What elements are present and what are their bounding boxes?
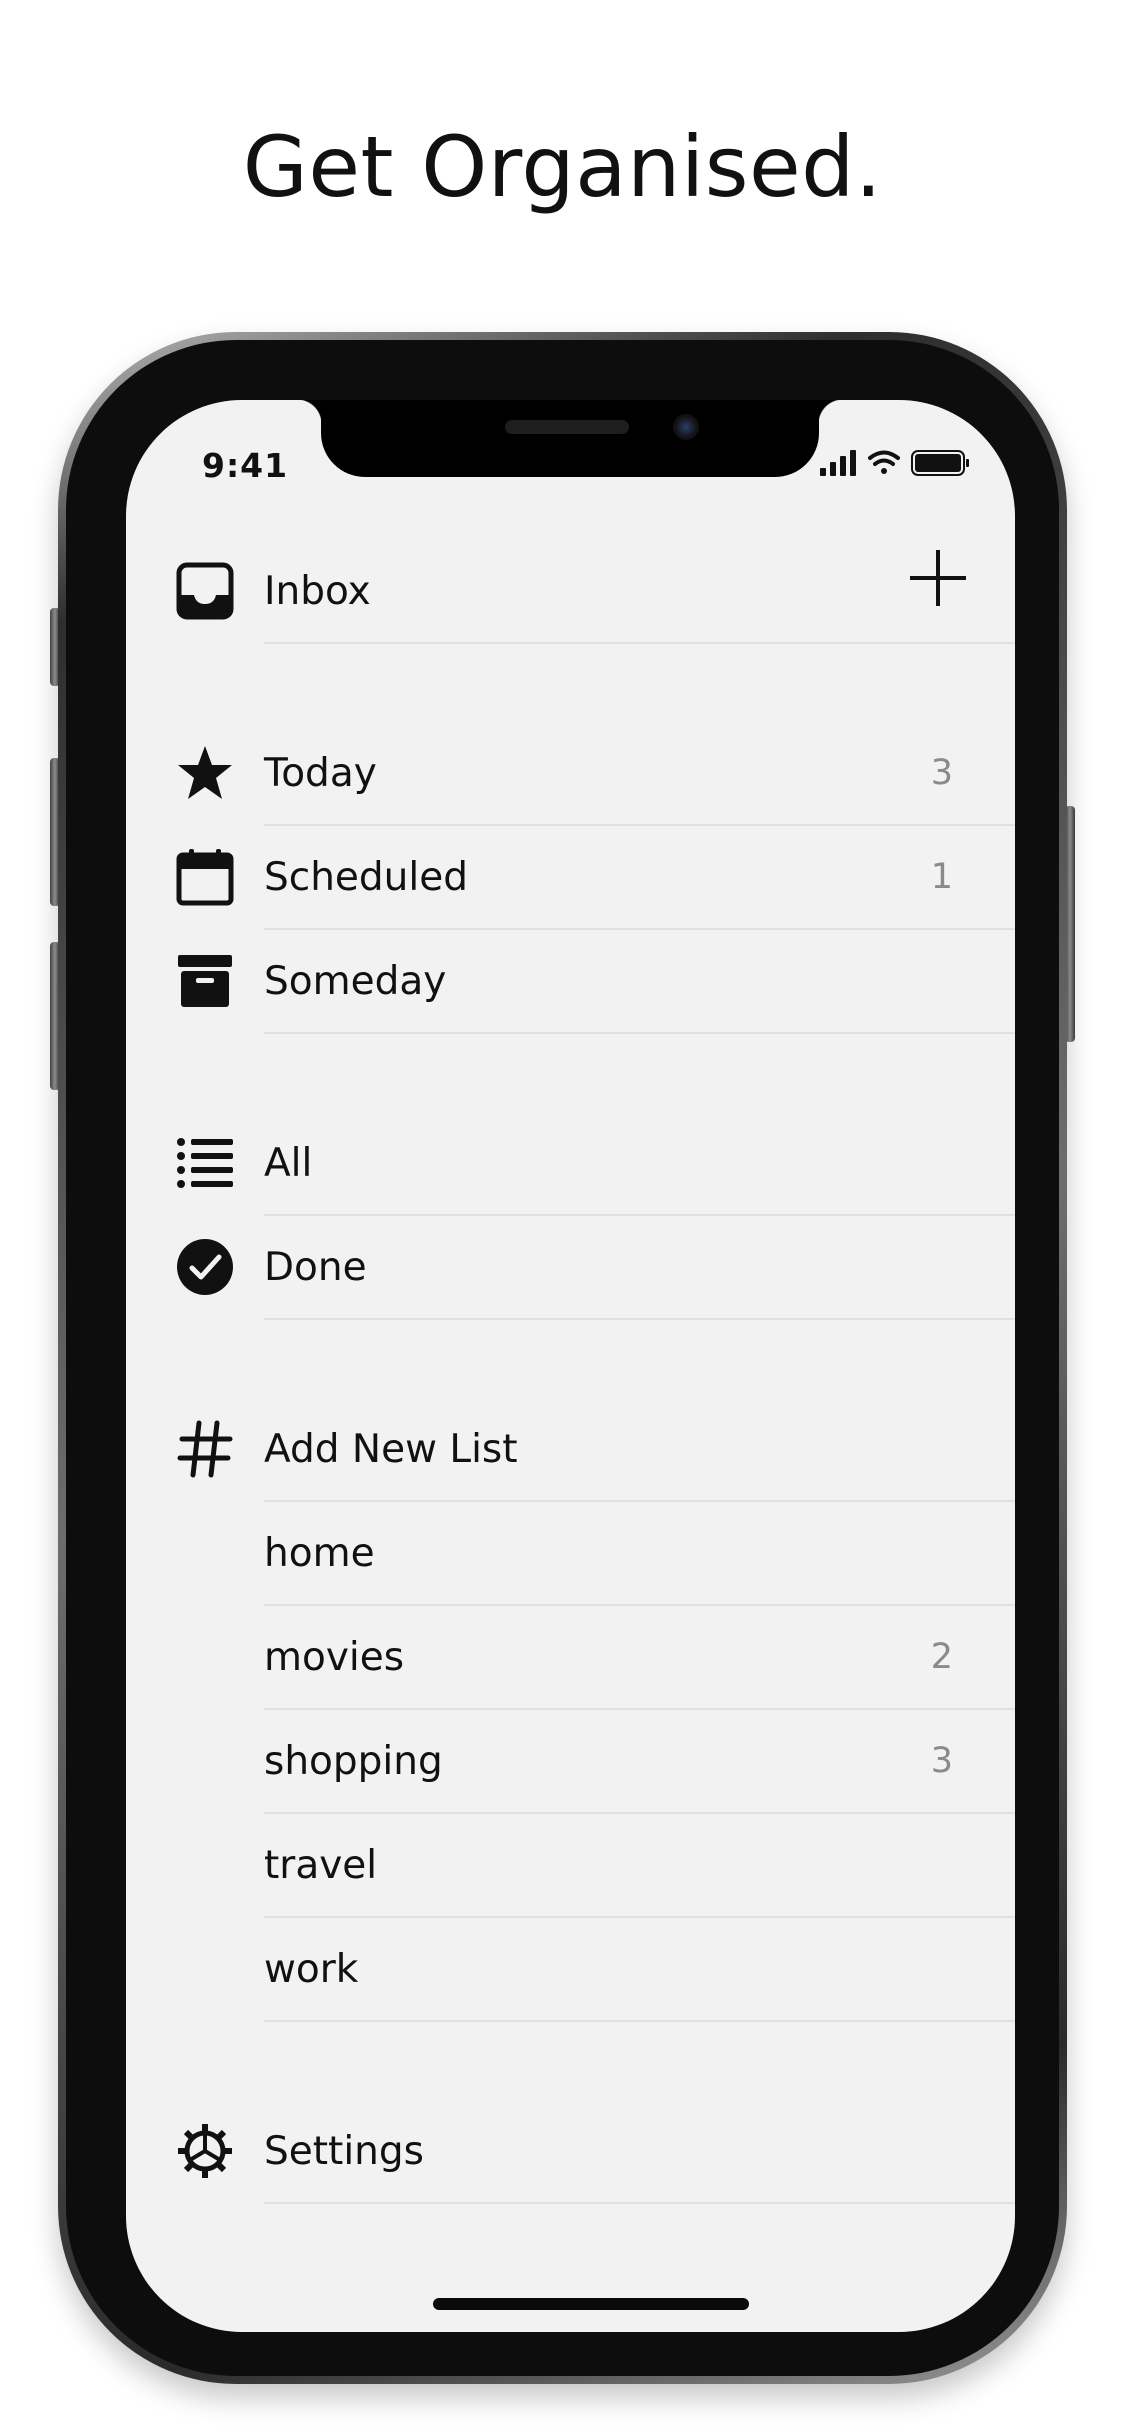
row-divider xyxy=(264,2020,1015,2022)
status-time: 9:41 xyxy=(202,446,289,485)
sidebar-item-label: Add New List xyxy=(264,1427,518,1472)
list-item-work[interactable]: work xyxy=(126,1919,1015,2022)
row-divider xyxy=(264,1708,1015,1710)
sidebar-item-label: Someday xyxy=(264,959,447,1004)
sidebar-item-label: Scheduled xyxy=(264,855,468,900)
list-item-label: movies xyxy=(264,1635,405,1680)
inbox-icon xyxy=(176,562,234,620)
wifi-icon xyxy=(868,450,900,474)
list-item-shopping[interactable]: shopping 3 xyxy=(126,1711,1015,1814)
archive-box-icon xyxy=(178,955,232,1007)
list-item-travel[interactable]: travel xyxy=(126,1815,1015,1918)
list-item-label: work xyxy=(264,1947,359,1992)
sidebar-item-scheduled[interactable]: Scheduled 1 xyxy=(126,827,1015,930)
row-divider xyxy=(264,1032,1015,1034)
row-divider xyxy=(264,1604,1015,1606)
item-count-badge: 3 xyxy=(930,753,953,793)
row-divider xyxy=(264,1916,1015,1918)
gear-icon xyxy=(178,2124,232,2178)
checkmark-circle-icon xyxy=(177,1239,233,1295)
item-count-badge: 3 xyxy=(930,1741,953,1781)
sidebar-item-label: Done xyxy=(264,1245,367,1290)
item-count-badge: 1 xyxy=(930,857,953,897)
add-new-list-button[interactable]: Add New List xyxy=(126,1399,1015,1502)
sidebar-item-label: Settings xyxy=(264,2129,424,2174)
device-frame: 9:41 Inbox Today 3 Scheduled 1 Someday A… xyxy=(58,332,1067,2384)
row-divider xyxy=(264,1812,1015,1814)
row-divider xyxy=(264,1214,1015,1216)
sidebar-item-done[interactable]: Done xyxy=(126,1217,1015,1320)
signal-icon xyxy=(820,450,856,476)
list-item-label: travel xyxy=(264,1843,378,1888)
list-icon xyxy=(177,1138,233,1188)
sidebar-item-someday[interactable]: Someday xyxy=(126,931,1015,1034)
hashtag-icon xyxy=(177,1420,233,1478)
battery-icon xyxy=(911,450,969,476)
device-bezel: 9:41 Inbox Today 3 Scheduled 1 Someday A… xyxy=(66,340,1059,2376)
device-notch xyxy=(297,400,843,477)
list-item-movies[interactable]: movies 2 xyxy=(126,1607,1015,1710)
list-item-label: shopping xyxy=(264,1739,443,1784)
star-icon xyxy=(178,746,232,799)
list-item-label: home xyxy=(264,1531,375,1576)
sidebar-item-inbox[interactable]: Inbox xyxy=(126,541,1015,644)
earpiece-speaker xyxy=(505,420,629,434)
row-divider xyxy=(264,1318,1015,1320)
app-screen: 9:41 Inbox Today 3 Scheduled 1 Someday A… xyxy=(126,400,1015,2332)
home-indicator[interactable] xyxy=(433,2298,749,2310)
headline: Get Organised. xyxy=(242,118,883,216)
item-count-badge: 2 xyxy=(930,1637,953,1677)
sidebar-item-today[interactable]: Today 3 xyxy=(126,723,1015,826)
calendar-icon xyxy=(176,849,234,906)
row-divider xyxy=(264,928,1015,930)
row-divider xyxy=(264,1500,1015,1502)
list-item-home[interactable]: home xyxy=(126,1503,1015,1606)
status-icons xyxy=(820,450,969,476)
row-divider xyxy=(264,824,1015,826)
sidebar-item-label: All xyxy=(264,1141,313,1186)
sidebar-item-settings[interactable]: Settings xyxy=(126,2101,1015,2204)
row-divider xyxy=(264,2202,1015,2204)
sidebar-item-label: Inbox xyxy=(264,569,371,614)
sidebar-item-label: Today xyxy=(264,751,377,796)
sidebar-item-all[interactable]: All xyxy=(126,1113,1015,1216)
front-camera xyxy=(673,414,699,440)
row-divider xyxy=(264,642,1015,644)
